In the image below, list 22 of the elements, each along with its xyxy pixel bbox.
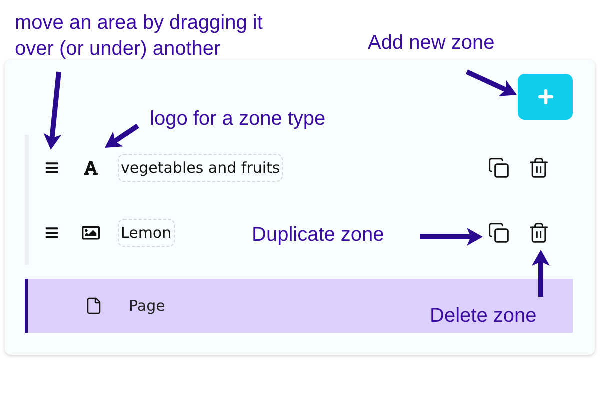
annotation-text: logo for a zone type xyxy=(150,107,326,132)
annotation-arrow xyxy=(105,124,140,148)
zone-name-field[interactable]: Lemon xyxy=(118,218,175,246)
annotation-text: Duplicate zone xyxy=(252,223,384,248)
annotation-text: move an area by dragging it over (or under) another xyxy=(15,11,263,62)
annotation-arrow xyxy=(420,228,483,246)
image-icon xyxy=(82,224,100,242)
font-icon xyxy=(82,160,100,176)
trash-icon[interactable] xyxy=(528,222,550,244)
duplicate-icon[interactable] xyxy=(488,156,510,178)
annotation-arrow xyxy=(466,70,517,96)
duplicate-icon[interactable] xyxy=(488,222,510,244)
annotation-text: Add new zone xyxy=(368,31,495,56)
annotation-arrow xyxy=(532,250,550,297)
annotation-text: Delete zone xyxy=(430,304,537,329)
plus-icon xyxy=(536,87,556,107)
drag-handle-icon[interactable] xyxy=(45,160,59,174)
zone-name-field[interactable]: vegetables and fruits xyxy=(118,154,284,182)
file-icon xyxy=(85,297,103,315)
trash-icon[interactable] xyxy=(528,156,550,178)
page-label: Page xyxy=(129,297,166,315)
drag-handle-icon[interactable] xyxy=(45,226,59,240)
